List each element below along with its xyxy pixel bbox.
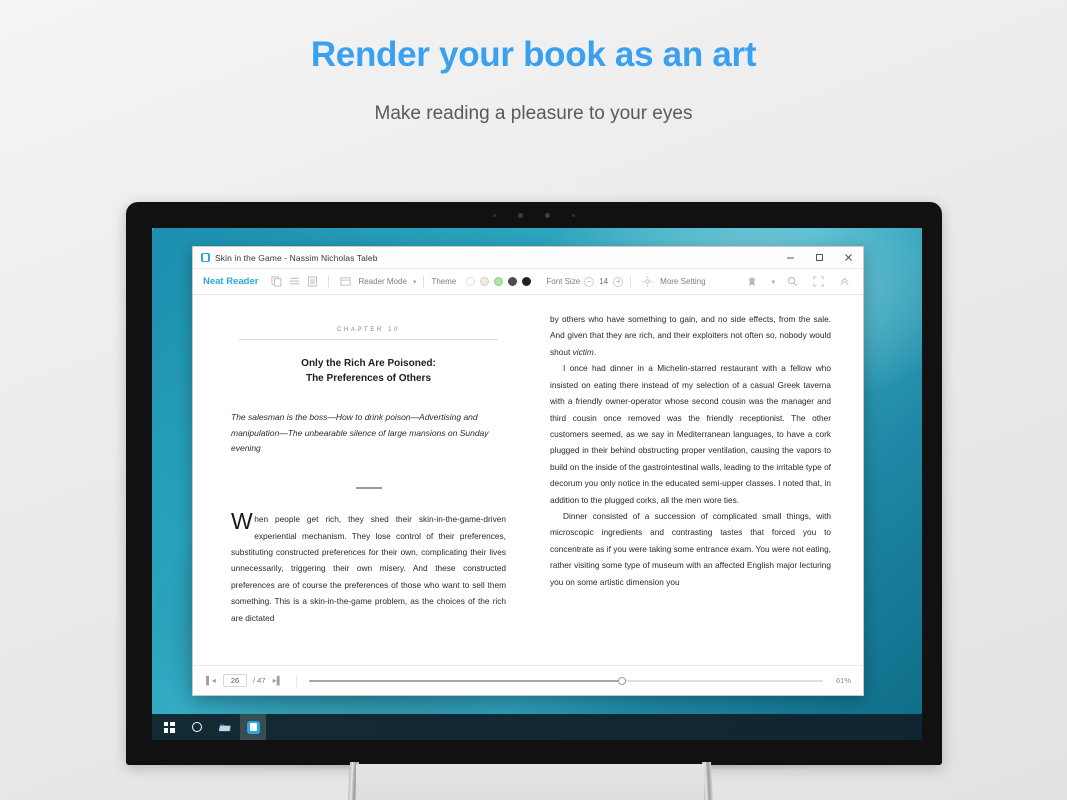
bookmark-icon[interactable] — [743, 273, 761, 291]
chapter-title-line-2: The Preferences of Others — [305, 373, 432, 384]
font-size-increase-button[interactable]: + — [613, 276, 624, 287]
reader-content: CHAPTER 10 Only the Rich Are Poisoned: T… — [193, 295, 863, 665]
paragraph-text-b: . — [593, 346, 597, 357]
more-setting-control[interactable]: More Setting — [638, 273, 706, 291]
toolbar-divider — [630, 275, 632, 288]
window-titlebar: Skin in the Game - Nassim Nicholas Taleb — [193, 247, 863, 269]
cortana-search-button[interactable] — [184, 714, 210, 740]
body-paragraph: I once had dinner in a Michelin-starred … — [550, 363, 831, 505]
reader-statusbar: ▌◂ 26 / 47 ▸▌ 61% — [193, 665, 863, 695]
toolbar-divider — [538, 276, 539, 288]
font-size-decrease-button[interactable]: − — [584, 276, 595, 287]
section-divider — [355, 487, 382, 490]
chapter-title-line-1: Only the Rich Are Poisoned: — [301, 358, 436, 369]
theme-swatch-black[interactable] — [522, 277, 532, 286]
camera-lens-icon — [545, 213, 550, 218]
chapter-rule — [239, 339, 498, 340]
book-page-left: CHAPTER 10 Only the Rich Are Poisoned: T… — [215, 311, 528, 659]
sensor-dot — [572, 214, 575, 217]
window-title: Skin in the Game - Nassim Nicholas Taleb — [215, 252, 378, 263]
list-icon[interactable] — [285, 273, 303, 291]
search-icon[interactable] — [783, 273, 801, 291]
theme-swatch-white[interactable] — [466, 277, 476, 286]
theme-label: Theme — [431, 277, 457, 286]
theme-swatch-gray[interactable] — [508, 277, 518, 286]
theme-swatches — [466, 277, 532, 286]
font-size-value: 14 — [599, 277, 609, 286]
statusbar-divider — [295, 674, 297, 687]
maximize-button[interactable] — [805, 247, 834, 268]
page-title: Render your book as an art — [310, 35, 757, 74]
toolbar-divider — [423, 275, 425, 288]
reader-mode-control[interactable]: Reader Mode ▾ — [336, 273, 416, 291]
font-size-label: Font Size — [546, 277, 581, 286]
body-paragraph: by others who have something to gain, an… — [550, 311, 831, 360]
copy-icon[interactable] — [267, 273, 285, 291]
brand-label: Neat Reader — [203, 276, 259, 287]
window-controls — [776, 247, 863, 268]
first-page-icon[interactable]: ▌◂ — [205, 676, 217, 685]
theme-swatch-sepia[interactable] — [480, 277, 490, 286]
camera-lens-icon — [518, 213, 523, 218]
paragraph-emphasis: victim — [572, 346, 594, 357]
circle-icon — [192, 722, 202, 732]
start-button[interactable] — [156, 714, 182, 740]
monitor-screen: Skin in the Game - Nassim Nicholas Taleb — [152, 228, 922, 740]
total-pages-label: / 47 — [253, 676, 266, 685]
chevron-down-icon[interactable]: ▾ — [771, 278, 775, 286]
progress-percent-label: 61% — [835, 676, 851, 685]
neat-reader-window: Skin in the Game - Nassim Nicholas Taleb — [192, 246, 864, 696]
page-subtitle: Make reading a pleasure to your eyes — [374, 102, 693, 124]
gear-icon — [638, 273, 656, 291]
titlebar-left: Skin in the Game - Nassim Nicholas Taleb — [193, 253, 378, 263]
stand-base — [356, 764, 704, 800]
body-paragraph: When people get rich, they shed their sk… — [231, 508, 506, 623]
file-explorer-button[interactable] — [212, 714, 238, 740]
minimize-button[interactable] — [776, 247, 805, 268]
body-paragraph: Dinner consisted of a succession of comp… — [550, 511, 831, 587]
collapse-icon[interactable] — [835, 273, 853, 291]
folder-icon — [218, 724, 231, 732]
book-page-right: by others who have something to gain, an… — [528, 311, 841, 659]
neat-reader-taskbar-button[interactable] — [240, 714, 266, 740]
reader-mode-label: Reader Mode — [358, 277, 407, 286]
theme-control: Theme — [431, 277, 532, 286]
fullscreen-icon[interactable] — [809, 273, 827, 291]
reader-toolbar: Neat Reader Reader Mode ▾ Theme Font Siz… — [193, 269, 863, 295]
toolbar-right-group: ▾ — [743, 273, 857, 291]
last-page-icon[interactable]: ▸▌ — [272, 676, 284, 685]
windows-taskbar — [152, 714, 922, 740]
progress-slider[interactable] — [308, 674, 823, 688]
close-button[interactable] — [834, 247, 863, 268]
toolbar-divider — [328, 275, 330, 288]
chevron-down-icon: ▾ — [412, 278, 417, 286]
chapter-subtitle: The salesman is the boss—How to drink po… — [231, 412, 489, 454]
slider-fill — [308, 679, 623, 682]
chapter-title: Only the Rich Are Poisoned: The Preferen… — [231, 356, 506, 386]
note-icon[interactable] — [303, 273, 321, 291]
font-size-control: Font Size − 14 + — [546, 276, 624, 287]
current-page-input[interactable]: 26 — [223, 674, 247, 687]
reader-mode-icon — [336, 273, 354, 291]
monitor-device: Skin in the Game - Nassim Nicholas Taleb — [126, 202, 942, 765]
theme-swatch-green[interactable] — [494, 277, 504, 286]
webcam-sensors — [126, 213, 942, 218]
promo-header: Render your book as an art Make reading … — [0, 0, 1067, 125]
neat-reader-icon — [246, 720, 260, 734]
app-logo-icon — [201, 253, 210, 262]
slider-handle[interactable] — [618, 676, 627, 685]
windows-logo-icon — [163, 721, 175, 733]
more-setting-label: More Setting — [660, 277, 706, 286]
sensor-dot — [493, 214, 496, 217]
chapter-label: CHAPTER 10 — [336, 327, 400, 333]
